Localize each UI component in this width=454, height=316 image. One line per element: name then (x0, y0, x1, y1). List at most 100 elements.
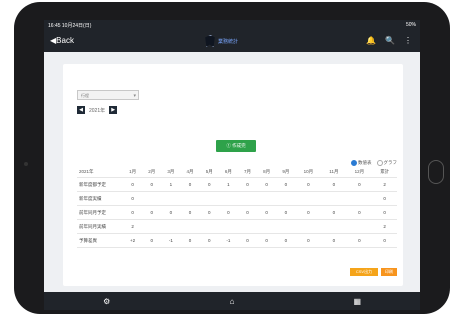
table-cell: 0 (295, 205, 322, 220)
table-cell: 0 (123, 191, 143, 206)
table-cell (276, 219, 296, 234)
action-buttons: CSV出力 印刷 (350, 268, 397, 276)
home-icon: ⌂ (229, 296, 235, 306)
table-cell: 0 (142, 205, 162, 220)
table-cell: 新年度都予定 (77, 177, 123, 192)
table-cell: 0 (180, 233, 200, 248)
table-cell: 0 (199, 177, 219, 192)
table-cell: 0 (321, 205, 347, 220)
tab-settings[interactable]: ⚙ (44, 292, 169, 310)
table-cell (321, 219, 347, 234)
table-header: 2021年 (77, 167, 123, 178)
table-cell: 0 (372, 205, 397, 220)
chevron-down-icon: ▾ (133, 93, 136, 99)
table-cell (161, 191, 181, 206)
table-cell: 2 (123, 219, 143, 234)
table-header: 2月 (142, 167, 162, 178)
table-cell: 0 (237, 177, 258, 192)
print-button[interactable]: 印刷 (381, 268, 397, 276)
table-header: 10月 (295, 167, 322, 178)
table-cell: 0 (237, 233, 258, 248)
table-cell: 0 (180, 177, 200, 192)
camera (24, 162, 28, 166)
table-cell: 1 (218, 177, 238, 192)
gear-icon: ⚙ (103, 296, 111, 306)
bottom-tabbar: ⚙ ⌂ ▦ (44, 292, 420, 310)
status-bar: 16:45 10月24日(日) 50% (44, 20, 420, 30)
radio-unselected-icon (376, 160, 383, 166)
table-row: 予算差異 +2 0 -1 0 0 -1 0 0 0 0 0 0 0 (77, 233, 397, 248)
view-toggle: 数値表 グラフ (351, 160, 397, 166)
year-navigation: ◀ 2021年 ▶ (77, 106, 118, 114)
table-cell: 0 (218, 205, 238, 220)
table-cell: 0 (276, 205, 296, 220)
table-cell: 2 (372, 177, 397, 192)
prev-year-button[interactable]: ◀ (77, 106, 85, 114)
table-cell: 0 (295, 177, 322, 192)
next-year-button[interactable]: ▶ (109, 106, 118, 114)
table-header: 1月 (123, 167, 143, 178)
content-card: 行程 ▾ ◀ 2021年 ▶ ① 作成完 数値表 グラフ 2021年 1月 2月 (63, 64, 403, 286)
table-cell (257, 219, 277, 234)
screen: 16:45 10月24日(日) 50% ◀Back 業務統計 🔔 🔍 ⋮ 行程 … (44, 20, 420, 310)
table-cell: 新年度実績 (77, 191, 123, 206)
table-cell (237, 191, 258, 206)
table-cell: 0 (123, 177, 143, 192)
table-cell: 予算差異 (77, 233, 123, 248)
stats-table: 2021年 1月 2月 3月 4月 5月 6月 7月 8月 9月 10月 11月… (77, 167, 397, 248)
search-icon[interactable]: 🔍 (385, 36, 395, 45)
calendar-icon: ▦ (353, 296, 362, 306)
table-cell: 0 (142, 233, 162, 248)
table-header: 12月 (346, 167, 373, 178)
csv-export-button[interactable]: CSV出力 (350, 268, 378, 276)
table-cell: 前年同月予定 (77, 205, 123, 220)
table-cell: 0 (180, 205, 200, 220)
year-label: 2021年 (89, 107, 106, 114)
table-cell: 0 (276, 233, 296, 248)
bell-icon[interactable]: 🔔 (366, 36, 376, 45)
more-vert-icon[interactable]: ⋮ (404, 36, 412, 45)
table-header: 5月 (199, 167, 219, 178)
table-cell (199, 219, 219, 234)
table-cell: 前年同月実績 (77, 219, 123, 234)
table-cell: 2 (372, 219, 397, 234)
tab-home[interactable]: ⌂ (169, 292, 294, 310)
table-cell: 0 (237, 205, 258, 220)
toggle-graph[interactable]: グラフ (376, 160, 397, 166)
table-cell: 0 (372, 191, 397, 206)
table-cell: +2 (123, 233, 143, 248)
table-cell (142, 191, 162, 206)
filter-select[interactable]: 行程 ▾ (77, 90, 139, 100)
table-cell: -1 (218, 233, 238, 248)
app-logo: 業務統計 (204, 35, 238, 47)
back-button[interactable]: ◀Back (50, 36, 74, 45)
table-cell (295, 219, 322, 234)
table-cell: 0 (257, 177, 277, 192)
table-cell: 0 (123, 205, 143, 220)
table-cell (346, 219, 373, 234)
table-cell: -1 (161, 233, 181, 248)
table-cell: 0 (372, 233, 397, 248)
toggle-table[interactable]: 数値表 (351, 160, 372, 166)
table-cell (142, 219, 162, 234)
table-cell: 0 (142, 177, 162, 192)
create-button[interactable]: ① 作成完 (216, 140, 256, 152)
table-cell: 0 (295, 233, 322, 248)
home-button[interactable] (428, 160, 444, 184)
table-cell: 0 (321, 233, 347, 248)
table-cell: 0 (199, 205, 219, 220)
filter-select-value: 行程 (81, 93, 89, 98)
logo-text: 業務統計 (218, 38, 239, 45)
nav-icons: 🔔 🔍 ⋮ (366, 36, 412, 45)
table-header: 11月 (321, 167, 347, 178)
table-cell: 0 (321, 177, 347, 192)
table-row: 前年同月予定 0 0 0 0 0 0 0 0 0 0 0 0 0 (77, 205, 397, 220)
battery-indicator: 50% (405, 22, 416, 28)
table-cell (276, 191, 296, 206)
tab-calendar[interactable]: ▦ (295, 292, 420, 310)
table-cell (257, 191, 277, 206)
status-time: 16:45 10月24日(日) (48, 22, 92, 29)
table-header: 4月 (180, 167, 200, 178)
table-row: 新年度実績 0 0 (77, 191, 397, 206)
table-header: 9月 (276, 167, 296, 178)
